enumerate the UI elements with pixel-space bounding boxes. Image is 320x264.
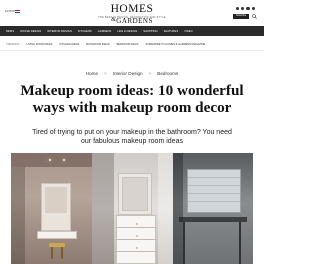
hero-photo-middle — [92, 153, 173, 264]
header-divider — [0, 50, 264, 51]
trending-item-subscribe[interactable]: SUBSCRIBE TO HOMES & GARDENS MAGAZINE — [145, 43, 205, 46]
trending-item-bathroom[interactable]: BATHROOM IDEAS — [86, 43, 109, 46]
nav-item-interior-design[interactable]: INTERIOR DESIGN — [47, 30, 72, 33]
breadcrumb-interior-design[interactable]: Interior Design — [113, 71, 143, 76]
hero-photo-right — [173, 153, 253, 264]
nav-item-shopping[interactable]: SHOPPING — [143, 30, 158, 33]
site-header: EDITION HOMES &GARDENS THE BEST IN DESIG… — [0, 0, 264, 26]
article-standfirst: Tired of trying to put on your makeup in… — [32, 129, 232, 145]
facebook-icon[interactable] — [236, 7, 240, 11]
twitter-icon[interactable] — [241, 7, 245, 11]
nav-item-gardens[interactable]: GARDENS — [98, 30, 112, 33]
nav-item-news[interactable]: NEWS — [6, 30, 14, 33]
hero-image — [11, 153, 253, 264]
social-links — [236, 7, 255, 11]
hero-photo-left — [11, 153, 92, 264]
pinterest-icon[interactable] — [246, 7, 250, 11]
site-tagline: THE BEST IN DESIGN, DECORATION AND STYLE — [98, 16, 166, 19]
breadcrumb-separator: > — [148, 71, 152, 76]
nav-item-kitchens[interactable]: KITCHENS — [78, 30, 92, 33]
trending-item-kitchen[interactable]: KITCHEN IDEAS — [59, 43, 79, 46]
breadcrumb-separator: > — [104, 71, 107, 76]
nav-item-life-design[interactable]: LIFE & DESIGN — [117, 30, 137, 33]
instagram-icon[interactable] — [251, 7, 255, 11]
nav-item-house-design[interactable]: HOUSE DESIGN — [20, 30, 41, 33]
nav-item-features[interactable]: FEATURES — [164, 30, 178, 33]
subscribe-button[interactable]: Subscribe — [233, 14, 249, 19]
trending-item-living-room[interactable]: LIVING ROOM IDEAS — [27, 43, 53, 46]
trending-nav: TRENDING LIVING ROOM IDEAS KITCHEN IDEAS… — [0, 40, 264, 48]
search-icon[interactable] — [252, 14, 257, 19]
trending-label: TRENDING — [6, 42, 20, 46]
breadcrumb-home[interactable]: Home — [86, 71, 98, 76]
breadcrumb-bedrooms[interactable]: Bedrooms — [157, 71, 178, 76]
article-title: Makeup room ideas: 10 wonderful ways wit… — [20, 82, 244, 116]
main-nav: NEWS HOUSE DESIGN INTERIOR DESIGN KITCHE… — [0, 26, 264, 36]
breadcrumb: Home > Interior Design > Bedrooms — [0, 71, 264, 76]
trending-item-bedroom[interactable]: BEDROOM IDEAS — [117, 43, 139, 46]
nav-item-video[interactable]: VIDEO — [184, 30, 193, 33]
logo-line1: HOMES — [110, 3, 154, 15]
